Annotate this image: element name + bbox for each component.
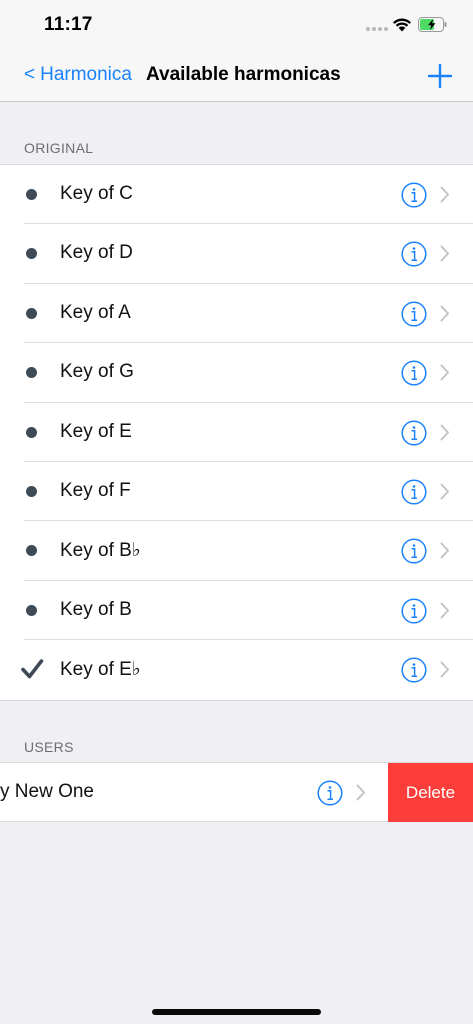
chevron-right-icon — [440, 364, 449, 381]
bullet-icon — [26, 545, 37, 557]
list-item[interactable]: Key of D — [0, 224, 473, 285]
list-item-label: y New One — [0, 781, 94, 802]
chevron-right-icon — [440, 661, 449, 678]
back-button-label: Harmonica — [40, 64, 132, 85]
list-item[interactable]: Key of G — [0, 343, 473, 403]
chevron-right-icon — [440, 542, 449, 559]
bullet-icon — [26, 604, 37, 616]
info-icon[interactable] — [401, 479, 427, 505]
list-item-label: Key of F — [60, 479, 131, 501]
chevron-right-icon — [440, 602, 449, 619]
chevron-right-icon — [440, 186, 449, 203]
bullet-icon — [26, 248, 37, 260]
list-item-selected[interactable]: Key of E♭ — [0, 640, 473, 699]
list-item-label: Key of C — [60, 183, 133, 204]
list-item-label: Key of E — [60, 420, 132, 442]
user-harmonica-list: y New One Delete — [0, 762, 473, 822]
chevron-right-icon — [356, 784, 365, 801]
list-item[interactable]: Key of F — [0, 462, 473, 522]
list-item[interactable]: Key of A — [0, 284, 473, 344]
bullet-icon — [26, 307, 37, 319]
chevron-right-icon — [440, 424, 449, 441]
list-item-label: Key of B — [60, 598, 132, 620]
bullet-icon — [26, 485, 37, 497]
bullet-icon — [26, 367, 37, 379]
list-item-label: Key of E♭ — [60, 659, 141, 681]
section-header-original: ORIGINAL — [24, 140, 94, 156]
status-time: 11:17 — [44, 14, 93, 35]
navigation-bar: < Harmonica Available harmonicas — [0, 50, 473, 102]
cellular-signal-icon — [366, 27, 388, 31]
info-icon[interactable] — [401, 420, 427, 446]
bullet-icon — [26, 426, 37, 438]
info-icon[interactable] — [401, 182, 427, 208]
delete-button[interactable]: Delete — [388, 763, 473, 822]
info-icon[interactable] — [401, 657, 427, 683]
section-header-users: USERS — [24, 739, 74, 755]
list-item-label: Key of G — [60, 361, 134, 383]
chevron-right-icon — [440, 305, 449, 322]
list-item-label: Key of B♭ — [60, 540, 141, 562]
screen: 11:17 < Harmonica Available harmonicas O… — [0, 0, 473, 1024]
info-icon[interactable] — [401, 360, 427, 386]
list-item[interactable]: Key of B — [0, 581, 473, 641]
back-chevron: < — [24, 64, 36, 85]
bullet-icon — [26, 189, 37, 200]
original-harmonica-list: Key of C Key of D Key of A Key of G Key … — [0, 164, 473, 701]
checkmark-icon — [21, 659, 44, 679]
list-item[interactable]: Key of B♭ — [0, 521, 473, 582]
info-icon[interactable] — [401, 301, 427, 327]
info-icon[interactable] — [401, 598, 427, 624]
list-item[interactable]: Key of C — [0, 165, 473, 225]
list-item[interactable]: Key of E — [0, 403, 473, 463]
info-icon[interactable] — [401, 241, 427, 267]
plus-icon[interactable] — [424, 60, 456, 92]
list-item-swiped[interactable]: y New One Delete — [0, 763, 473, 822]
wifi-icon — [393, 18, 411, 32]
back-button[interactable]: < Harmonica — [24, 64, 132, 86]
list-item-label: Key of D — [60, 242, 133, 264]
chevron-right-icon — [440, 483, 449, 500]
page-title: Available harmonicas — [146, 64, 341, 85]
list-item-label: Key of A — [60, 301, 131, 323]
status-bar: 11:17 — [0, 0, 473, 50]
chevron-right-icon — [440, 245, 449, 262]
info-icon[interactable] — [317, 780, 343, 806]
battery-charging-icon — [418, 17, 447, 32]
info-icon[interactable] — [401, 538, 427, 564]
home-indicator — [152, 1009, 321, 1015]
